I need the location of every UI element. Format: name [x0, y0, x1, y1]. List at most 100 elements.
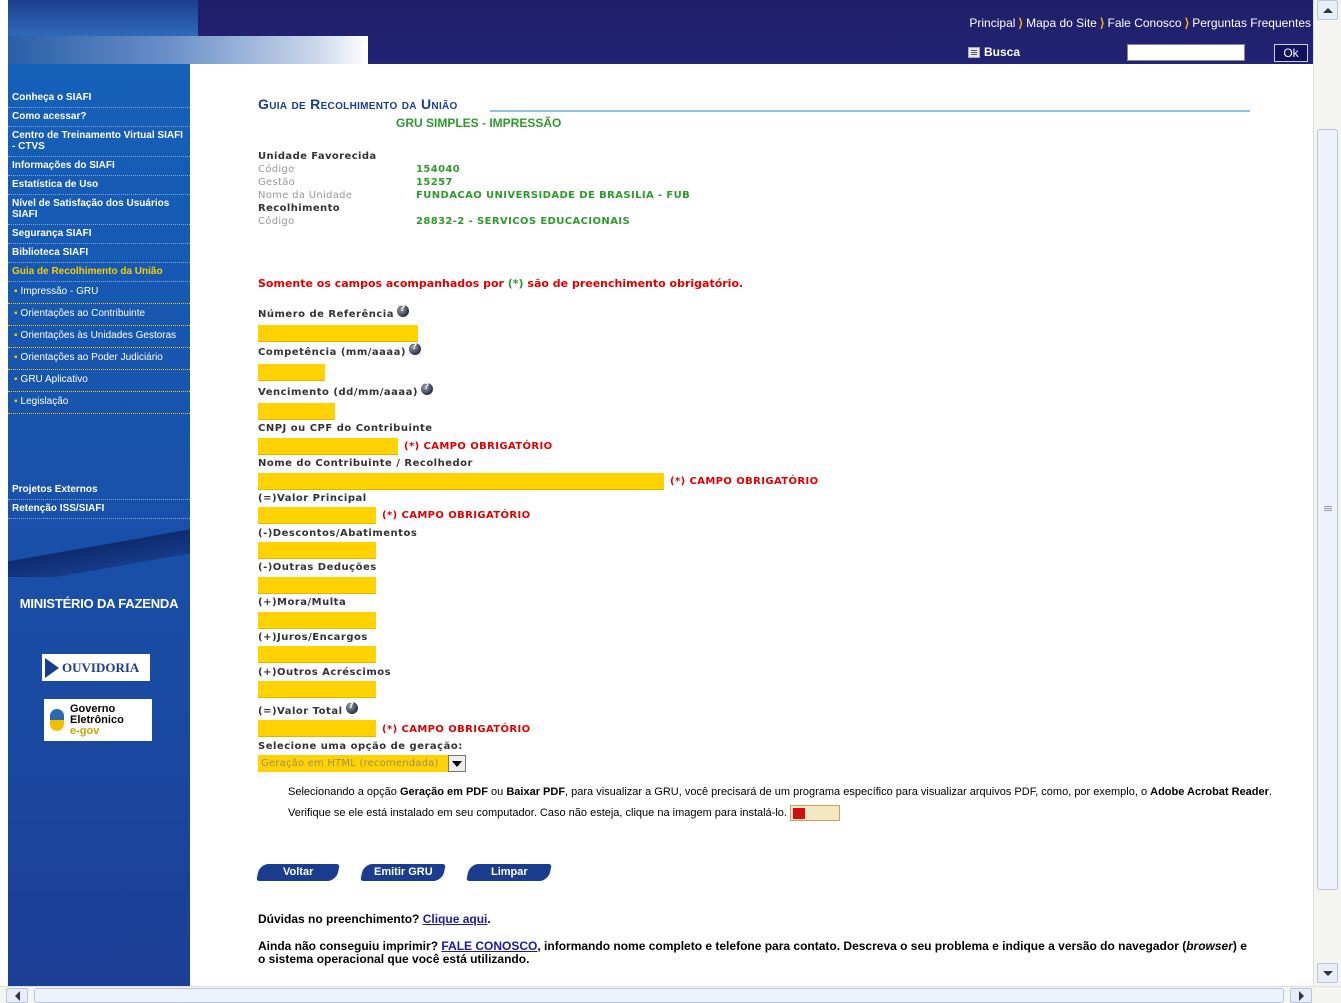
sidebar-item-seguranca[interactable]: Segurança SIAFI [8, 225, 190, 244]
sidebar-item-projetos-externos[interactable]: Projetos Externos [8, 481, 190, 500]
sidebar-item-gru[interactable]: Guia de Recolhimento da União [8, 263, 190, 282]
scroll-right-button[interactable] [1290, 988, 1312, 1003]
title-divider [490, 110, 1250, 112]
nome-unidade-value: FUNDACAO UNIVERSIDADE DE BRASILIA - FUB [416, 190, 691, 201]
help-line: Dúvidas no preenchimento? Clique aqui. [258, 912, 491, 926]
referencia-input[interactable] [258, 325, 418, 342]
valor-total-input[interactable] [258, 720, 376, 737]
bullet-icon: ▪ [14, 308, 18, 319]
sidebar-item-como-acessar[interactable]: Como acessar? [8, 108, 190, 127]
scroll-left-button[interactable] [6, 988, 28, 1003]
generation-label: Selecione uma opção de geração: [258, 741, 463, 752]
sidebar-subitem-poder-judiciario[interactable]: ▪ Orientações ao Poder Judiciário [8, 348, 190, 370]
gestao-value: 15257 [416, 177, 453, 188]
sidebar-subitem-impressao[interactable]: ▪ Impressão - GRU [8, 282, 190, 304]
unidade-heading: Unidade Favorecida [258, 151, 377, 162]
juros-input[interactable] [258, 646, 376, 663]
limpar-button[interactable]: Limpar [466, 864, 552, 881]
sidebar-item-estatistica[interactable]: Estatística de Uso [8, 176, 190, 195]
sidebar-item-informacoes[interactable]: Informações do SIAFI [8, 157, 190, 176]
chevron-right-icon [1298, 990, 1304, 1001]
codigo-label: Código [258, 164, 295, 175]
search-input[interactable] [1127, 44, 1245, 61]
outras-deducoes-label: (-)Outras Deduções [258, 562, 377, 573]
sidebar-subitem-gru-aplicativo[interactable]: ▪ GRU Aplicativo [8, 370, 190, 392]
nav-separator: ⟩ [1018, 16, 1024, 30]
help-icon[interactable] [396, 304, 409, 317]
dropdown-button[interactable] [448, 755, 466, 772]
scroll-thumb[interactable] [1317, 129, 1338, 890]
chevron-left-icon [14, 990, 20, 1001]
descontos-input[interactable] [258, 542, 376, 559]
competencia-input[interactable] [258, 364, 325, 381]
chevron-up-icon [1322, 7, 1333, 13]
bullet-icon: ▪ [14, 352, 18, 363]
acrobat-reader-icon[interactable] [790, 805, 841, 821]
valor-total-label: (=)Valor Total [258, 701, 358, 717]
sidebar-item-conheca[interactable]: Conheça o SIAFI [8, 89, 190, 108]
cnpj-input[interactable] [258, 438, 398, 455]
clique-aqui-link[interactable]: Clique aqui [423, 912, 488, 926]
nav-mapa-do-site[interactable]: Mapa do Site [1026, 16, 1097, 30]
horizontal-scrollbar[interactable] [0, 986, 1341, 1003]
emitir-gru-button[interactable]: Emitir GRU [360, 864, 446, 881]
referencia-label: Número de Referência [258, 304, 409, 320]
valor-principal-input[interactable] [258, 507, 376, 524]
fale-conosco-link[interactable]: FALE CONOSCO [441, 939, 537, 953]
required-note: (*) CAMPO OBRIGATÓRIO [382, 724, 531, 735]
nav-perguntas-frequentes[interactable]: Perguntas Frequentes [1192, 16, 1311, 30]
chevron-down-icon [1322, 970, 1333, 976]
scroll-up-button[interactable] [1317, 0, 1338, 20]
help-icon[interactable] [408, 342, 421, 355]
sidebar-item-retencao-iss[interactable]: Retenção ISS/SIAFI [8, 500, 190, 519]
sidebar-item-ctvs[interactable]: Centro de Treinamento Virtual SIAFI - CT… [8, 127, 190, 157]
nav-separator: ⟩ [1184, 16, 1190, 30]
vencimento-input[interactable] [258, 403, 335, 420]
mouse-icon [50, 709, 64, 731]
vencimento-label: Vencimento (dd/mm/aaaa) [258, 382, 433, 398]
search-ok-button[interactable]: Ok [1274, 44, 1308, 62]
nav-fale-conosco[interactable]: Fale Conosco [1108, 16, 1182, 30]
help-icon[interactable] [345, 701, 358, 714]
nav-separator: ⟩ [1099, 16, 1105, 30]
sidebar-subitem-contribuinte[interactable]: ▪ Orientações ao Contribuinte [8, 304, 190, 326]
sidebar-subitem-legislacao[interactable]: ▪ Legislação [8, 392, 190, 414]
gestao-label: Gestão [258, 177, 296, 188]
arrow-icon [45, 657, 59, 678]
sidebar-menu-secondary: Projetos Externos Retenção ISS/SIAFI [8, 481, 190, 519]
cnpj-label: CNPJ ou CPF do Contribuinte [258, 423, 433, 434]
nome-contribuinte-input[interactable] [258, 473, 664, 490]
required-note: (*) CAMPO OBRIGATÓRIO [404, 441, 553, 452]
main-content: Guia de Recolhimento da União GRU SIMPLE… [256, 96, 1272, 966]
competencia-label: Competência (mm/aaaa) [258, 342, 421, 358]
outras-deducoes-input[interactable] [258, 577, 376, 594]
ministerio-fazenda-logo[interactable]: MINISTÉRIO DA FAZENDA [8, 596, 190, 611]
voltar-button[interactable]: Voltar [256, 864, 340, 881]
bullet-icon: ▪ [14, 286, 18, 297]
help-icon[interactable] [421, 382, 433, 395]
mora-multa-label: (+)Mora/Multa [258, 597, 347, 608]
contact-line: Ainda não conseguiu imprimir? FALE CONOS… [258, 939, 1247, 966]
page-subtitle: GRU SIMPLES - IMPRESSÃO [396, 116, 562, 130]
valor-principal-label: (=)Valor Principal [258, 493, 367, 504]
ouvidoria-logo[interactable]: OUVIDORIA [42, 654, 150, 681]
generation-select[interactable]: Geração em HTML (recomendada) [258, 755, 466, 772]
scroll-thumb-horizontal[interactable] [34, 988, 1284, 1003]
nav-principal[interactable]: Principal [969, 16, 1015, 30]
required-note: (*) CAMPO OBRIGATÓRIO [670, 476, 819, 487]
recolhimento-heading: Recolhimento [258, 203, 341, 214]
decorative-stripe [8, 529, 190, 577]
mora-multa-input[interactable] [258, 612, 376, 629]
sidebar-subitem-unidades-gestoras[interactable]: ▪ Orientações às Unidades Gestoras [8, 326, 190, 348]
egov-logo[interactable]: Governo Eletrônico e-gov [44, 699, 152, 741]
scroll-down-button[interactable] [1317, 963, 1338, 983]
bullet-icon: ▪ [14, 374, 18, 385]
grip-icon [1324, 506, 1332, 507]
recolhimento-codigo-value: 28832-2 - SERVICOS EDUCACIONAIS [416, 216, 631, 227]
sidebar-item-satisfacao[interactable]: Nível de Satisfação dos Usuários SIAFI [8, 195, 190, 225]
browser-viewport: Principal ⟩ Mapa do Site ⟩ Fale Conosco ⟩ Perg… [0, 0, 1313, 986]
outros-acrescimos-input[interactable] [258, 681, 376, 698]
sidebar-item-biblioteca[interactable]: Biblioteca SIAFI [8, 244, 190, 263]
generation-select-value: Geração em HTML (recomendada) [258, 755, 448, 772]
vertical-scrollbar[interactable] [1313, 0, 1341, 986]
